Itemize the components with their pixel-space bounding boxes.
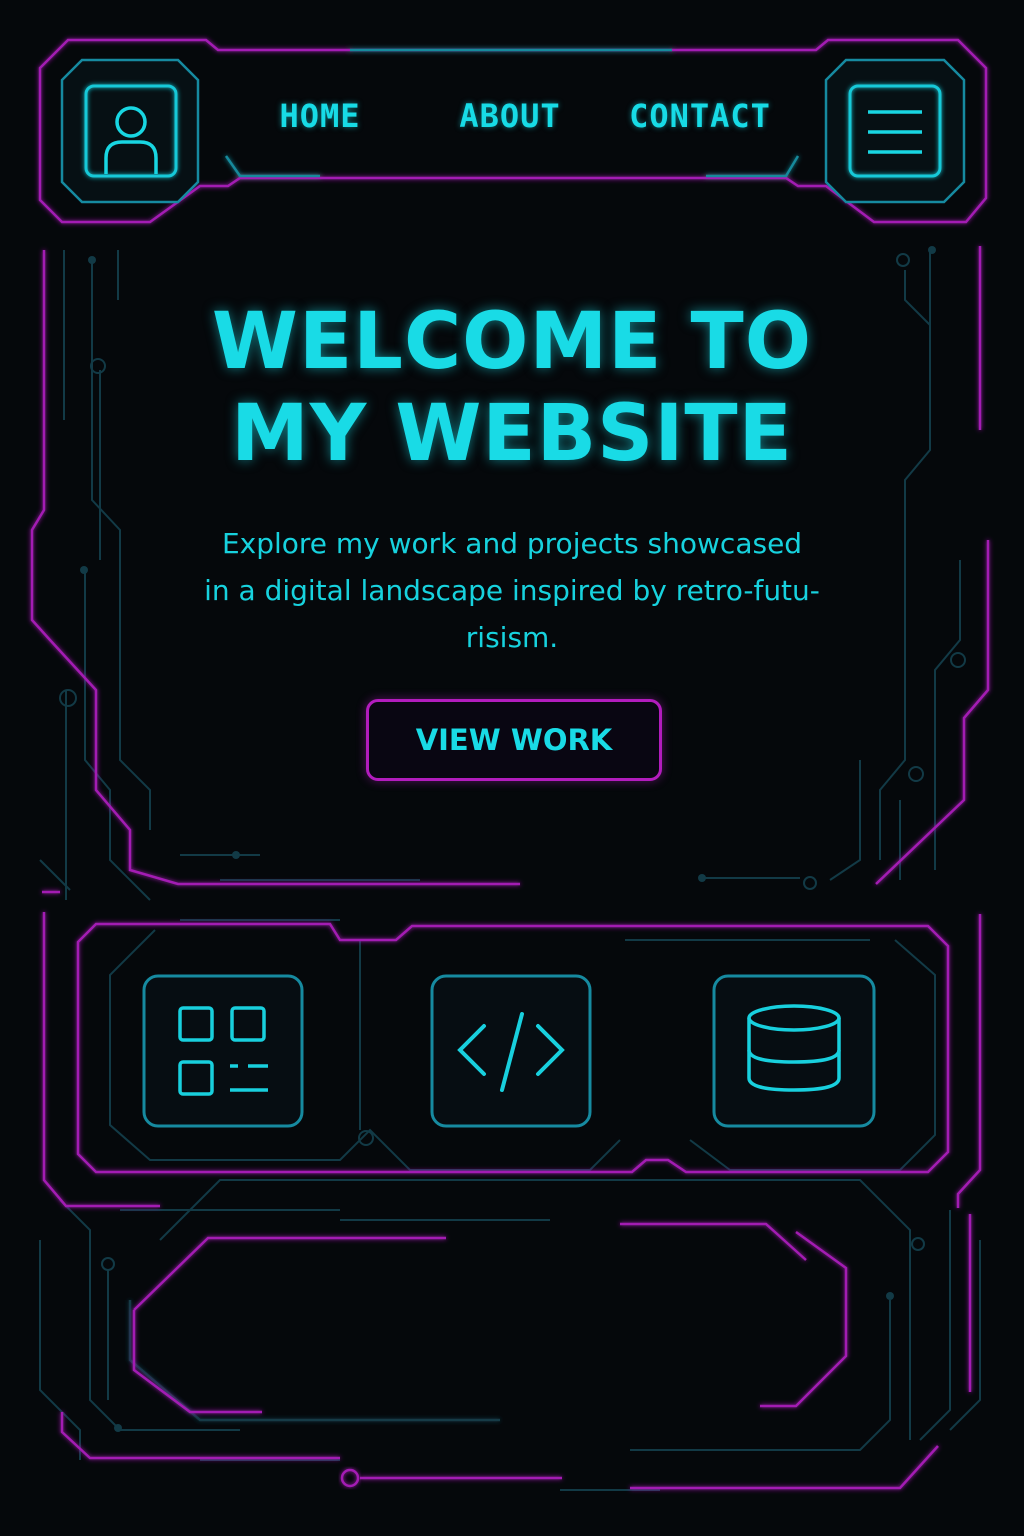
nav-home[interactable]: HOME	[250, 86, 390, 146]
database-icon	[747, 1004, 841, 1092]
hero-title-line-2: MY WEBSITE	[231, 389, 793, 479]
user-icon	[104, 106, 158, 174]
hero-subtitle-line-2: in a digital landscape inspired by retro…	[204, 574, 820, 607]
feature-card-code[interactable]	[430, 974, 592, 1128]
feature-card-database[interactable]	[712, 974, 876, 1128]
circuit-node	[340, 1468, 360, 1488]
hero-subtitle-line-1: Explore my work and projects showcased	[221, 527, 803, 560]
bottom-frame	[60, 1214, 972, 1490]
hamburger-menu-icon	[868, 110, 922, 154]
hero-subtitle: Explore my work and projects showcased i…	[180, 520, 844, 661]
hero-title: WELCOME TO MY WEBSITE	[150, 296, 874, 480]
hero-subtitle-line-3: risism.	[465, 621, 559, 654]
profile-button[interactable]	[60, 58, 200, 204]
menu-button[interactable]	[824, 58, 966, 204]
code-icon	[457, 1012, 565, 1092]
hero-title-line-1: WELCOME TO	[211, 297, 813, 387]
nav-about[interactable]: ABOUT	[440, 86, 580, 146]
nav-contact[interactable]: CONTACT	[610, 86, 790, 146]
view-work-button[interactable]: VIEW WORK	[366, 699, 662, 781]
dashboard-grid-icon	[178, 1006, 268, 1096]
feature-card-dashboard[interactable]	[142, 974, 304, 1128]
